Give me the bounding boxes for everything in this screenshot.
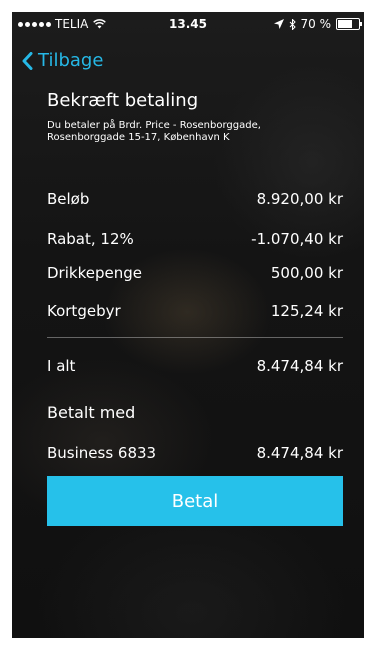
battery-level: [338, 20, 352, 28]
line-item-value: 500,00 kr: [270, 264, 343, 282]
line-item-label: Beløb: [47, 190, 90, 208]
status-right: 70 %: [273, 17, 362, 31]
paid-with-heading: Betalt med: [47, 403, 136, 422]
line-item-value: 8.920,00 kr: [256, 190, 343, 208]
pay-button[interactable]: Betal: [47, 476, 343, 526]
back-label: Tilbage: [38, 50, 104, 71]
card-label: Business 6833: [47, 444, 157, 462]
line-item-label: Kortgebyr: [47, 302, 121, 320]
line-item-label: Drikkepenge: [47, 264, 142, 282]
battery-percent: 70 %: [300, 17, 332, 31]
card-amount: 8.474,84 kr: [256, 444, 343, 462]
divider: [47, 337, 343, 338]
page-title: Bekræft betaling: [47, 90, 199, 111]
battery-icon: [336, 18, 362, 30]
total-row: I alt 8.474,84 kr: [47, 357, 343, 379]
phone-screen: TELIA 13.45 70 % Tilbage Bekræft betalin…: [12, 12, 364, 638]
line-item-value: 125,24 kr: [270, 302, 343, 320]
line-item-value: -1.070,40 kr: [251, 230, 343, 248]
merchant-description: Du betaler på Brdr. Price - Rosenborggad…: [47, 120, 261, 143]
line-item-label: Rabat, 12%: [47, 230, 134, 248]
line-item: Kortgebyr 125,24 kr: [47, 302, 343, 324]
payment-card-row: Business 6833 8.474,84 kr: [47, 444, 343, 466]
chevron-left-icon: [22, 51, 33, 70]
line-item: Drikkepenge 500,00 kr: [47, 264, 343, 286]
total-label: I alt: [47, 357, 76, 375]
status-bar: TELIA 13.45 70 %: [12, 12, 364, 36]
location-arrow-icon: [273, 19, 284, 29]
line-item: Beløb 8.920,00 kr: [47, 190, 343, 212]
line-item: Rabat, 12% -1.070,40 kr: [47, 230, 343, 252]
bluetooth-icon: [289, 18, 296, 30]
back-button[interactable]: Tilbage: [22, 50, 103, 71]
total-value: 8.474,84 kr: [256, 357, 343, 375]
